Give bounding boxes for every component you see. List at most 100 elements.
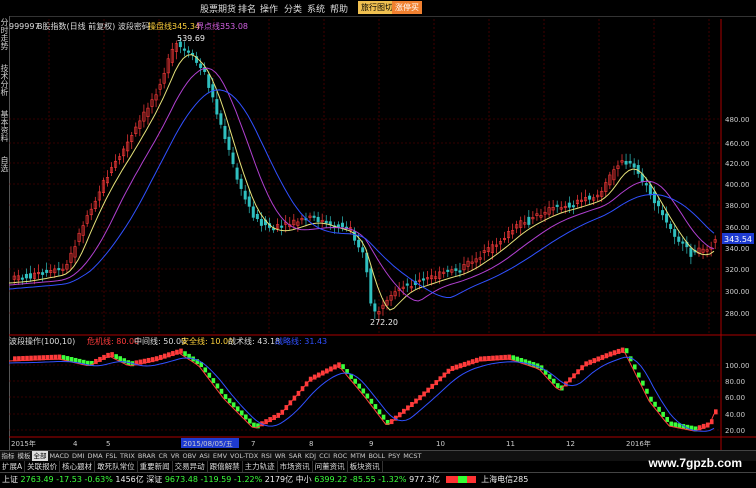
indicator-bar bbox=[227, 398, 232, 404]
indicator-bar bbox=[547, 374, 552, 380]
candle-body bbox=[316, 216, 320, 222]
price-tick: 380.00 bbox=[725, 202, 750, 210]
candle-body bbox=[567, 202, 571, 208]
candle-body bbox=[219, 113, 223, 125]
indicator-bar bbox=[361, 388, 366, 394]
candle-body bbox=[527, 216, 531, 225]
indicator-bar bbox=[235, 406, 240, 412]
candle-body bbox=[632, 163, 636, 168]
indicator-bar bbox=[369, 398, 374, 404]
menu-futures[interactable]: 股票期货 bbox=[200, 2, 236, 15]
candle-body bbox=[57, 268, 61, 271]
candle-body bbox=[243, 190, 247, 200]
candle-body bbox=[227, 136, 231, 150]
time-label: 11 bbox=[506, 440, 515, 448]
indicator-axis: 100.00 80.00 60.00 40.00 20.00 bbox=[725, 362, 750, 435]
candle-body bbox=[215, 99, 219, 115]
candle-body bbox=[231, 152, 235, 165]
indicator-bar bbox=[653, 401, 657, 407]
indicator-bar bbox=[219, 388, 224, 394]
price-tick: 420.00 bbox=[725, 160, 750, 168]
indicator-bar bbox=[231, 402, 236, 408]
indicator-bar bbox=[637, 372, 641, 378]
candle-body bbox=[644, 183, 648, 186]
indicator-bar bbox=[661, 411, 665, 417]
server-label: 上海电信285 bbox=[481, 475, 529, 484]
indicator-legend-item: 中间线: 50.00 bbox=[134, 336, 186, 346]
menu-operate[interactable]: 操作 bbox=[260, 2, 278, 15]
candle-body bbox=[312, 215, 316, 218]
sidebar-tab-fundamental[interactable]: 基本资料 bbox=[0, 110, 9, 142]
indicator-bar bbox=[341, 364, 345, 370]
time-label: 2015/08/05/五 bbox=[183, 440, 233, 448]
candle-body bbox=[324, 220, 328, 224]
candle-body bbox=[665, 213, 669, 223]
sh-value: 2763.49 bbox=[20, 475, 54, 484]
time-label: 5 bbox=[106, 440, 110, 448]
candle-body bbox=[28, 273, 32, 279]
candle-body bbox=[255, 213, 259, 220]
info-link[interactable]: 市场资讯 bbox=[278, 461, 313, 472]
price-tick: 460.00 bbox=[725, 140, 750, 148]
indicator-bar bbox=[211, 378, 216, 384]
time-label: 8 bbox=[309, 440, 313, 448]
info-link[interactable]: 主力轨迹 bbox=[243, 461, 278, 472]
time-label: 2016年 bbox=[626, 439, 651, 448]
time-axis: 2015年 4 5 2015/08/05/五 7 8 9 10 11 12 2016年 bbox=[11, 438, 651, 448]
limit-up-buy-button[interactable]: 涨停买 bbox=[392, 1, 422, 14]
info-link[interactable]: 扩展A bbox=[0, 461, 26, 472]
price-axis: 480.00 460.00 420.00 400.00 380.00 360.00 340.… bbox=[725, 116, 750, 318]
indicator-bar bbox=[353, 378, 357, 384]
indicator-bar bbox=[114, 354, 118, 360]
indicator-bar bbox=[665, 416, 669, 422]
candle-body bbox=[361, 247, 365, 253]
zx-percent: -1.32% bbox=[378, 475, 407, 484]
info-link[interactable]: 交易异动 bbox=[173, 461, 208, 472]
price-tick: 340.00 bbox=[725, 245, 750, 253]
info-link[interactable]: 敢死队常位 bbox=[95, 461, 138, 472]
sidebar-tab-technical[interactable]: 技术分析 bbox=[0, 64, 9, 96]
candlesticks bbox=[12, 38, 717, 322]
indicator-bar bbox=[239, 410, 244, 416]
candle-body bbox=[656, 200, 660, 207]
sidebar-tab-watchlist[interactable]: 自选 bbox=[0, 156, 9, 172]
candle-body bbox=[280, 225, 284, 228]
candle-body bbox=[259, 219, 263, 226]
ma2-value: 353.08 bbox=[220, 22, 248, 31]
candle-body bbox=[251, 206, 255, 218]
candle-body bbox=[628, 160, 632, 164]
menu-system[interactable]: 系统 bbox=[307, 2, 325, 15]
indicator-bar bbox=[551, 378, 556, 384]
indicator-tick: 80.00 bbox=[725, 378, 745, 386]
info-link[interactable]: 板块资讯 bbox=[348, 461, 383, 472]
sz-change: -119.59 bbox=[200, 475, 232, 484]
menu-category[interactable]: 分类 bbox=[284, 2, 302, 15]
info-link[interactable]: 核心题材 bbox=[60, 461, 96, 472]
stock-chart[interactable]: 999997 B股指数(日线 前复权) 波段密码 操盘线: 345.34 界点线… bbox=[9, 16, 756, 456]
indicator-bar bbox=[365, 393, 370, 399]
indicator-title: 波段操作(100,10) bbox=[9, 336, 75, 346]
candle-body bbox=[20, 277, 24, 280]
indicator-bar bbox=[377, 409, 382, 415]
info-link[interactable]: 跟僖解禁 bbox=[208, 461, 243, 472]
candle-body bbox=[588, 195, 592, 200]
candle-body bbox=[571, 205, 575, 208]
price-tick: 320.00 bbox=[725, 266, 750, 274]
menu-rank[interactable]: 排名 bbox=[238, 2, 256, 15]
info-links: 扩展A 关联报价 核心题材 敢死队常位 重要新闻 交易异动 跟僖解禁 主力轨迹 市场资讯 问董资讯… bbox=[0, 461, 756, 472]
zx-change: -85.55 bbox=[349, 475, 376, 484]
info-link[interactable]: 重要新闻 bbox=[138, 461, 173, 472]
watermark: www.7gpzb.com bbox=[648, 456, 742, 470]
info-link[interactable]: 关联报价 bbox=[25, 461, 61, 472]
indicator-bar bbox=[215, 383, 220, 389]
candle-body bbox=[373, 303, 377, 312]
info-link[interactable]: 问董资讯 bbox=[313, 461, 348, 472]
indicator-bar bbox=[649, 396, 653, 402]
ma1-label: 操盘线: bbox=[148, 21, 175, 31]
sidebar-tab-intraday[interactable]: 分时走势 bbox=[0, 18, 9, 50]
indicator-bars bbox=[13, 347, 718, 432]
indicator-bar bbox=[248, 418, 252, 424]
menu-help[interactable]: 帮助 bbox=[330, 2, 348, 15]
market-bar-icon bbox=[445, 476, 476, 483]
candle-body bbox=[223, 126, 227, 139]
